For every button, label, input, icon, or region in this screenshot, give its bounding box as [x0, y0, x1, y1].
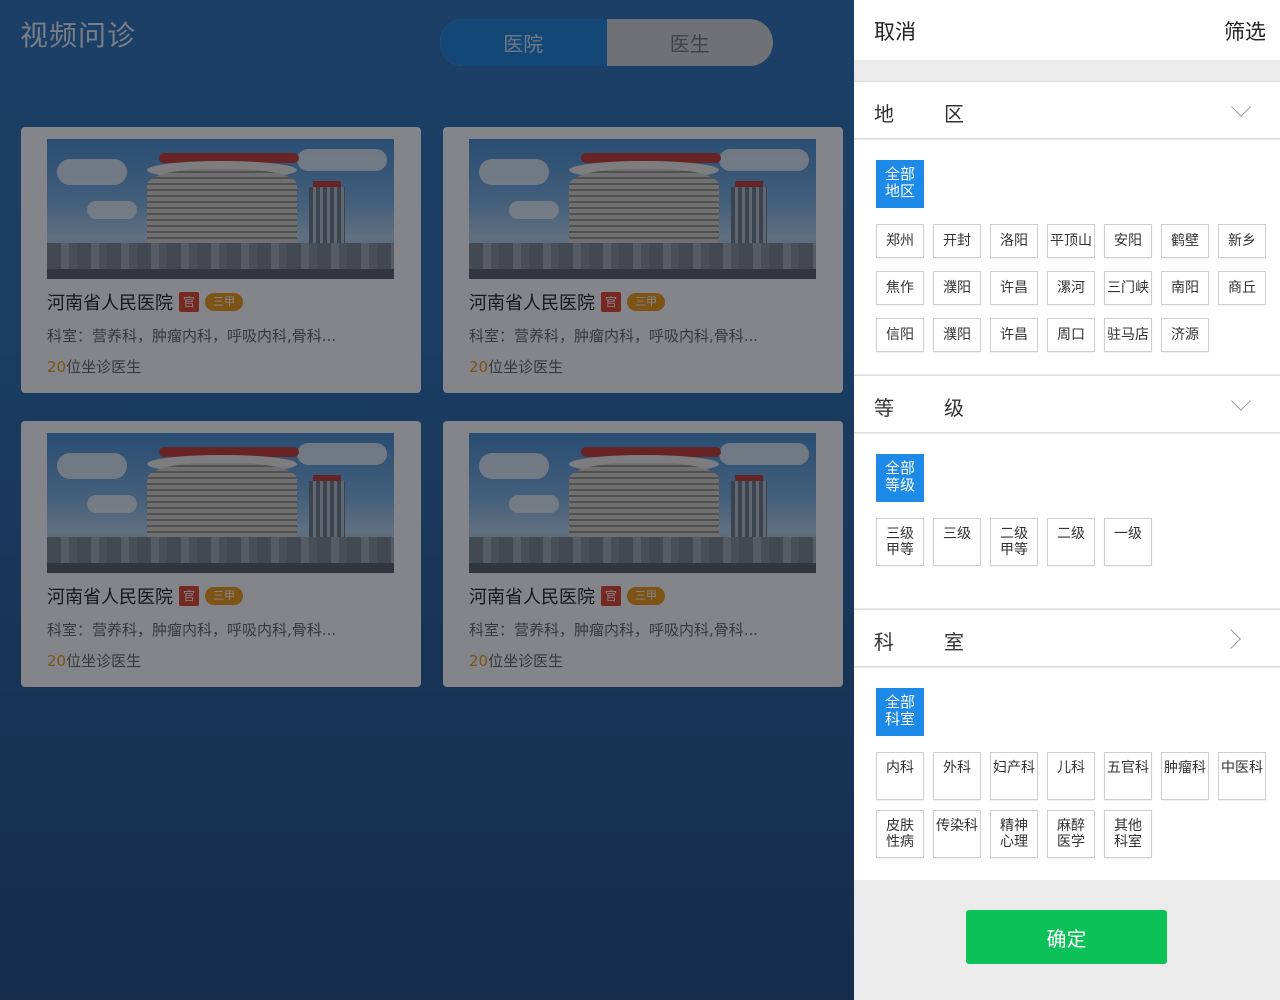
hospital-list-page: 视频问诊 医院 医生 河南省人民医院 官 三甲 科室：营养科，肿瘤内科，呼吸内科…	[0, 0, 854, 1000]
region-chip[interactable]: 濮阳	[933, 271, 981, 305]
region-chip[interactable]: 洛阳	[990, 224, 1038, 258]
region-title-char1: 地	[874, 102, 894, 126]
grade-badge: 三甲	[205, 293, 243, 311]
hospital-name: 河南省人民医院	[469, 293, 595, 314]
department-chip[interactable]: 皮肤 性病	[876, 810, 924, 858]
hospital-photo	[469, 433, 816, 573]
official-badge: 官	[179, 586, 199, 606]
hospital-photo	[47, 433, 394, 573]
official-badge: 官	[601, 292, 621, 312]
region-chip[interactable]: 许昌	[990, 271, 1038, 305]
page-title: 视频问诊	[20, 19, 137, 52]
hospital-card[interactable]: 河南省人民医院 官 三甲 科室：营养科，肿瘤内科，呼吸内科,骨科... 20位坐…	[21, 421, 421, 687]
hospital-card[interactable]: 河南省人民医院 官 三甲 科室：营养科，肿瘤内科，呼吸内科,骨科... 20位坐…	[443, 421, 843, 687]
department-all-chip[interactable]: 全部 科室	[876, 688, 924, 736]
level-chip[interactable]: 二级 甲等	[990, 518, 1038, 566]
region-chip[interactable]: 信阳	[876, 318, 924, 352]
department-chip[interactable]: 精神 心理	[990, 810, 1038, 858]
department-chip[interactable]: 中医科	[1218, 752, 1266, 800]
doctor-count: 20位坐诊医生	[47, 652, 142, 670]
region-chip[interactable]: 焦作	[876, 271, 924, 305]
region-chip[interactable]: 漯河	[1047, 271, 1095, 305]
department-options: 全部 科室 内科 外科 妇产科 儿科 五官科 肿瘤科 中医科皮肤 性病 传染科 精神 心理 麻醉 医学 其他…	[854, 668, 1280, 880]
department-chip[interactable]: 麻醉 医学	[1047, 810, 1095, 858]
region-all-chip[interactable]: 全部 地区	[876, 160, 924, 208]
segment-control: 医院 医生	[440, 19, 773, 66]
department-chip[interactable]: 肿瘤科	[1161, 752, 1209, 800]
grade-badge: 三甲	[627, 587, 665, 605]
hospital-departments: 科室：营养科，肿瘤内科，呼吸内科,骨科...	[469, 621, 759, 639]
department-chip[interactable]: 儿科	[1047, 752, 1095, 800]
level-section-header[interactable]: 等 级	[854, 375, 1280, 433]
region-chip[interactable]: 周口	[1047, 318, 1095, 352]
hospital-photo	[47, 139, 394, 279]
region-chip[interactable]: 三门峡	[1104, 271, 1152, 305]
department-chip[interactable]: 其他 科室	[1104, 810, 1152, 858]
department-title-char1: 科	[874, 630, 894, 654]
doctor-count: 20位坐诊医生	[469, 358, 564, 376]
hospital-photo	[469, 139, 816, 279]
filter-title: 筛选	[1224, 20, 1266, 44]
doctor-count: 20位坐诊医生	[469, 652, 564, 670]
chevron-down-icon	[1231, 97, 1251, 117]
region-chip[interactable]: 开封	[933, 224, 981, 258]
hospital-departments: 科室：营养科，肿瘤内科，呼吸内科,骨科...	[47, 621, 337, 639]
region-chip[interactable]: 南阳	[1161, 271, 1209, 305]
filter-panel: 取消 筛选 地 区 全部 地区 郑州 开封 洛阳 平顶山 安阳 鹤壁 新乡焦作 濮阳 许昌 漯河 三门…	[854, 0, 1280, 1000]
hospital-name: 河南省人民医院	[47, 293, 173, 314]
region-chip[interactable]: 济源	[1161, 318, 1209, 352]
hospital-departments: 科室：营养科，肿瘤内科，呼吸内科,骨科...	[469, 327, 759, 345]
region-chip[interactable]: 濮阳	[933, 318, 981, 352]
level-title-char2: 级	[944, 396, 964, 420]
department-chip[interactable]: 五官科	[1104, 752, 1152, 800]
official-badge: 官	[601, 586, 621, 606]
chevron-down-icon	[1231, 391, 1251, 411]
hospital-card[interactable]: 河南省人民医院 官 三甲 科室：营养科，肿瘤内科，呼吸内科,骨科... 20位坐…	[443, 127, 843, 393]
tab-hospital[interactable]: 医院	[440, 19, 607, 66]
level-chip[interactable]: 二级	[1047, 518, 1095, 566]
department-chip[interactable]: 内科	[876, 752, 924, 800]
region-options: 全部 地区 郑州 开封 洛阳 平顶山 安阳 鹤壁 新乡焦作 濮阳 许昌 漯河 三门峡 南阳 商丘信阳 濮阳许…	[854, 140, 1280, 374]
doctor-count: 20位坐诊医生	[47, 358, 142, 376]
department-chip[interactable]: 传染科	[933, 810, 981, 858]
grade-badge: 三甲	[627, 293, 665, 311]
grade-badge: 三甲	[205, 587, 243, 605]
level-title-char1: 等	[874, 396, 894, 420]
level-options: 全部 等级 三级 甲等 三级 二级 甲等 二级 一级	[854, 434, 1280, 608]
cancel-button[interactable]: 取消	[874, 16, 916, 46]
hospital-name: 河南省人民医院	[47, 587, 173, 608]
region-chip[interactable]: 安阳	[1104, 224, 1152, 258]
region-section-header[interactable]: 地 区	[854, 81, 1280, 139]
hospital-card[interactable]: 河南省人民医院 官 三甲 科室：营养科，肿瘤内科，呼吸内科,骨科... 20位坐…	[21, 127, 421, 393]
region-title-char2: 区	[944, 102, 964, 126]
department-chip[interactable]: 外科	[933, 752, 981, 800]
confirm-button[interactable]: 确定	[966, 910, 1167, 964]
chevron-right-icon	[1221, 629, 1241, 649]
filter-header: 取消 筛选	[854, 0, 1280, 60]
department-section-header[interactable]: 科 室	[854, 609, 1280, 667]
hospital-name: 河南省人民医院	[469, 587, 595, 608]
department-chip[interactable]: 妇产科	[990, 752, 1038, 800]
region-chip[interactable]: 郑州	[876, 224, 924, 258]
region-chip[interactable]: 平顶山	[1047, 224, 1095, 258]
level-chip[interactable]: 三级 甲等	[876, 518, 924, 566]
region-chip[interactable]: 商丘	[1218, 271, 1266, 305]
region-chip[interactable]: 新乡	[1218, 224, 1266, 258]
official-badge: 官	[179, 292, 199, 312]
level-chip[interactable]: 一级	[1104, 518, 1152, 566]
level-chip[interactable]: 三级	[933, 518, 981, 566]
department-title-char2: 室	[944, 630, 964, 654]
hospital-departments: 科室：营养科，肿瘤内科，呼吸内科,骨科...	[47, 327, 337, 345]
region-chip[interactable]: 驻马店	[1104, 318, 1152, 352]
region-chip[interactable]: 鹤壁	[1161, 224, 1209, 258]
level-all-chip[interactable]: 全部 等级	[876, 454, 924, 502]
region-chip[interactable]: 许昌	[990, 318, 1038, 352]
tab-doctor[interactable]: 医生	[607, 19, 774, 66]
